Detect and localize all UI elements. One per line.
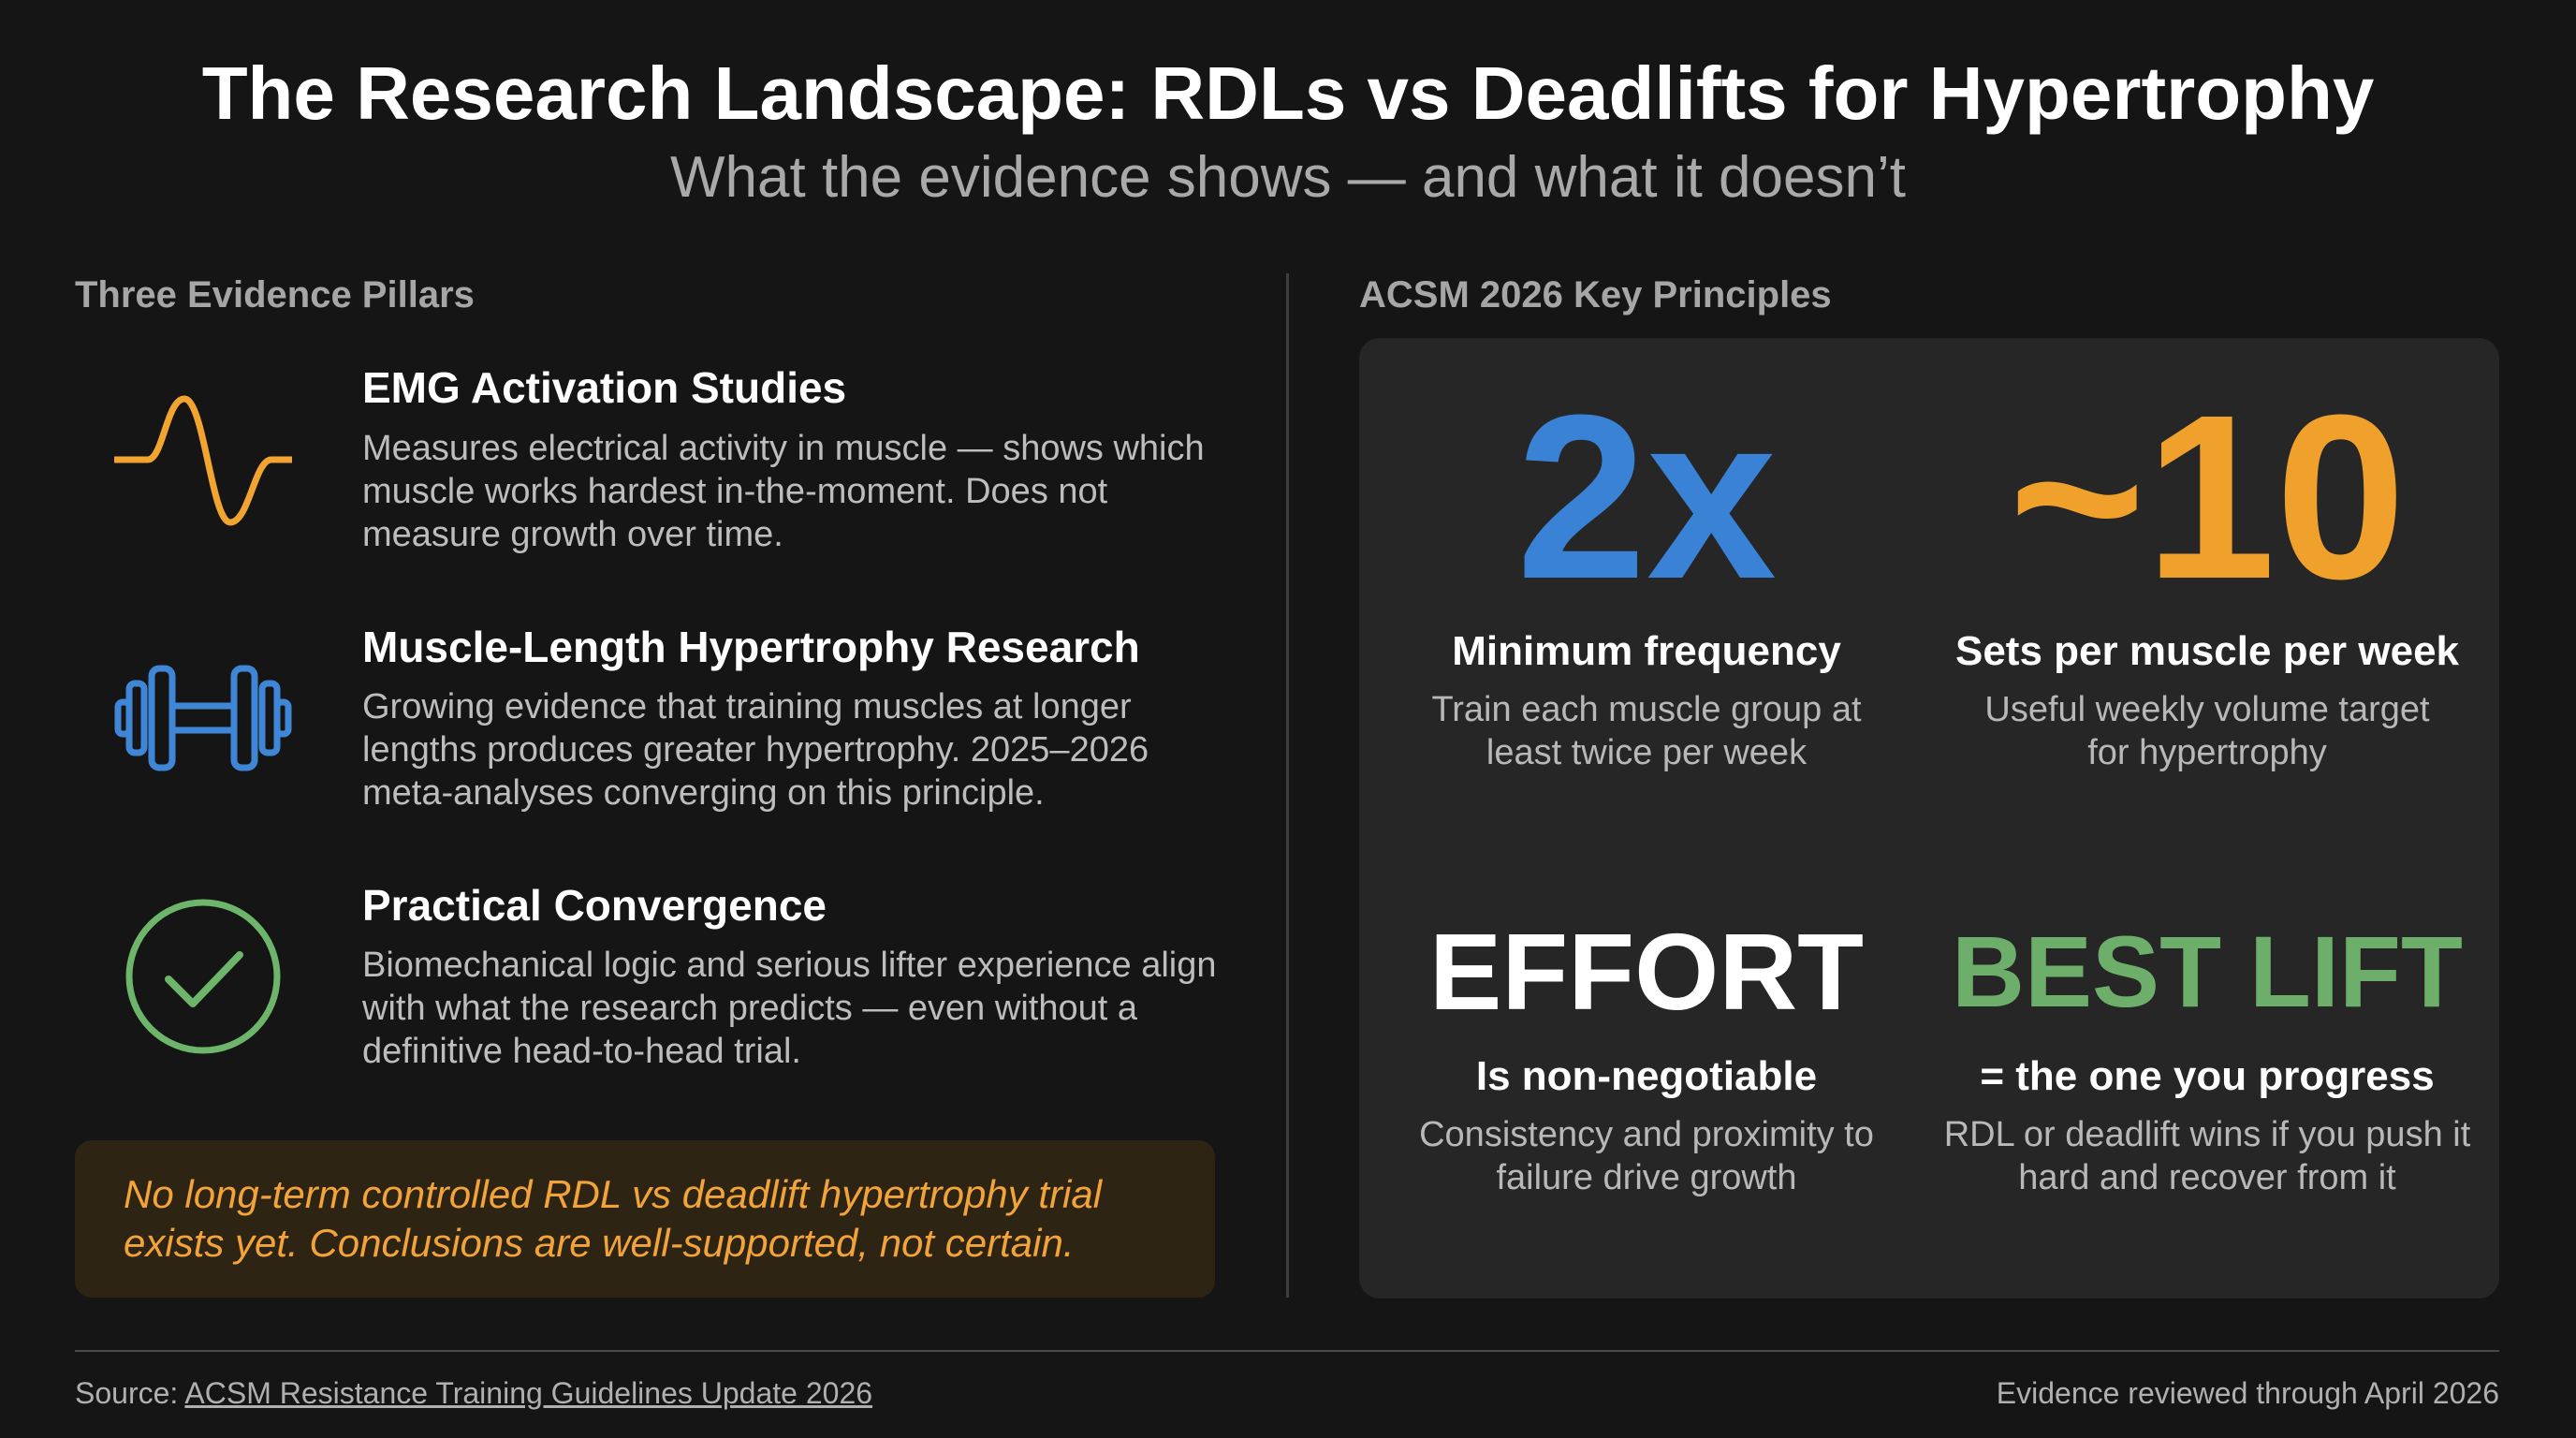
pillar-title-practical: Practical Convergence — [362, 881, 827, 930]
caveat-callout: No long-term controlled RDL vs deadlift … — [75, 1140, 1215, 1298]
waveform-icon — [114, 371, 292, 549]
dumbbell-icon-graphic — [114, 665, 292, 771]
principle-frequency-description: Train each muscle group at least twice p… — [1431, 690, 1862, 772]
principle-effort-label: Is non-negotiable — [1475, 1053, 1818, 1099]
pillar-title-muscle-length: Muscle-Length Hypertrophy Research — [362, 623, 1140, 671]
pillar-title-emg: EMG Activation Studies — [362, 363, 847, 412]
pillar-description-muscle-length: Growing evidence that training muscles a… — [362, 687, 1149, 813]
footer-source: Source: ACSM Resistance Training Guideli… — [75, 1372, 872, 1414]
caveat-callout-text: No long-term controlled RDL vs deadlift … — [124, 1172, 1103, 1265]
page-subtitle: What the evidence shows — and what it do… — [670, 145, 1906, 210]
principles-panel: 2x Minimum frequency Train each muscle g… — [1359, 338, 2499, 1299]
waveform-icon-graphic — [114, 395, 292, 526]
source-link[interactable]: ACSM Resistance Training Guidelines Upda… — [184, 1376, 872, 1410]
principles-heading: ACSM 2026 Key Principles — [1359, 274, 1832, 315]
principle-effort: EFFORT Is non-negotiable Consistency and… — [1366, 911, 1927, 1199]
footer-source-prefix: Source: — [75, 1376, 185, 1410]
principle-best-lift-description: RDL or deadlift wins if you push it hard… — [1943, 1115, 2471, 1197]
principle-effort-value: EFFORT — [1429, 911, 1864, 1033]
principle-best-lift: BEST LIFT = the one you progress RDL or … — [1926, 911, 2488, 1199]
pillars-heading: Three Evidence Pillars — [75, 274, 475, 315]
principle-best-lift-label: = the one you progress — [1980, 1053, 2435, 1099]
page-title: The Research Landscape: RDLs vs Deadlift… — [201, 51, 2375, 135]
principle-frequency-value: 2x — [1515, 366, 1778, 627]
footer-reviewed: Evidence reviewed through April 2026 — [1996, 1376, 2499, 1410]
checkmark-circle-icon-graphic — [125, 899, 281, 1054]
principle-volume-description: Useful weekly volume target for hypertro… — [1984, 690, 2430, 772]
column-divider — [1286, 273, 1289, 1298]
principle-frequency-label: Minimum frequency — [1452, 628, 1841, 674]
pillar-description-emg: Measures electrical activity in muscle —… — [362, 429, 1205, 554]
principle-frequency: 2x Minimum frequency Train each muscle g… — [1366, 366, 1927, 774]
footer-divider — [75, 1350, 2499, 1352]
principle-volume-label: Sets per muscle per week — [1954, 628, 2460, 674]
principle-effort-description: Consistency and proximity to failure dri… — [1419, 1115, 1874, 1197]
dumbbell-icon — [114, 629, 292, 807]
principle-volume-value: ~10 — [2008, 366, 2407, 627]
principle-volume: ~10 Sets per muscle per week Useful week… — [1926, 366, 2488, 774]
checkmark-circle-icon — [114, 888, 292, 1065]
principle-best-lift-value: BEST LIFT — [1952, 915, 2463, 1028]
pillar-description-practical: Biomechanical logic and serious lifter e… — [362, 946, 1217, 1071]
